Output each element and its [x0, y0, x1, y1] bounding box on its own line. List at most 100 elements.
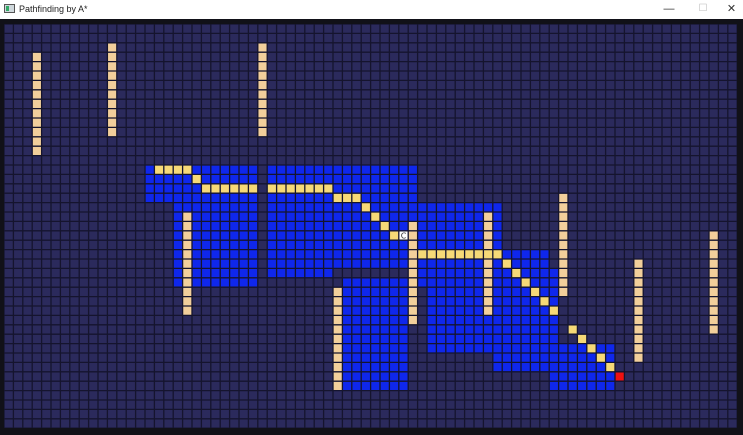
explored-cell: [192, 212, 202, 222]
explored-cell: [408, 174, 418, 184]
explored-cell: [445, 296, 456, 306]
explored-cell: [389, 287, 399, 297]
explored-cell: [173, 174, 183, 184]
explored-cell: [389, 165, 399, 175]
explored-cell: [577, 362, 587, 372]
explored-cell: [361, 277, 371, 288]
explored-cell: [304, 221, 315, 231]
explored-cell: [314, 221, 324, 231]
path-cell: [267, 183, 277, 194]
explored-cell: [229, 230, 239, 241]
path-cell: [323, 183, 333, 194]
explored-cell: [314, 230, 324, 241]
pathfinding-grid[interactable]: C: [4, 24, 738, 429]
explored-cell: [474, 306, 484, 316]
path-cell: [549, 306, 559, 316]
explored-cell: [361, 193, 371, 203]
path-cell: [530, 287, 540, 297]
explored-cell: [530, 306, 540, 316]
wall-cell: [633, 268, 644, 278]
explored-cell: [380, 249, 390, 259]
explored-cell: [549, 353, 559, 363]
wall-cell: [709, 259, 719, 269]
explored-cell: [323, 202, 333, 212]
explored-cell: [201, 268, 211, 278]
explored-cell: [351, 259, 362, 269]
close-button[interactable]: ✕: [720, 0, 743, 19]
wall-cell: [182, 230, 192, 241]
wall-cell: [483, 230, 493, 241]
explored-cell: [323, 174, 333, 184]
explored-cell: [436, 315, 446, 325]
explored-cell: [455, 296, 465, 306]
explored-cell: [351, 183, 362, 194]
explored-cell: [549, 362, 559, 372]
explored-cell: [398, 334, 409, 344]
explored-cell: [314, 212, 324, 222]
explored-cell: [464, 240, 474, 250]
explored-cell: [398, 259, 409, 269]
path-cell: [286, 183, 296, 194]
minimize-button[interactable]: —: [652, 0, 686, 19]
explored-cell: [239, 165, 249, 175]
explored-cell: [539, 259, 550, 269]
explored-cell: [361, 249, 371, 259]
explored-cell: [511, 343, 521, 353]
explored-cell: [220, 174, 230, 184]
explored-cell: [398, 249, 409, 259]
path-cell: [220, 183, 230, 194]
explored-cell: [342, 362, 352, 372]
explored-cell: [539, 353, 550, 363]
wall-cell: [107, 89, 117, 100]
explored-cell: [436, 287, 446, 297]
explored-cell: [342, 249, 352, 259]
explored-cell: [370, 277, 380, 288]
explored-cell: [521, 268, 531, 278]
wall-cell: [182, 221, 192, 231]
explored-cell: [323, 249, 333, 259]
explored-cell: [436, 202, 446, 212]
explored-cell: [502, 334, 512, 344]
path-cell: [380, 221, 390, 231]
maximize-button[interactable]: ☐: [686, 0, 720, 19]
explored-cell: [511, 259, 521, 269]
explored-cell: [163, 174, 174, 184]
path-cell: [154, 165, 164, 175]
explored-cell: [286, 193, 296, 203]
explored-cell: [304, 268, 315, 278]
explored-cell: [229, 174, 239, 184]
wall-cell: [182, 287, 192, 297]
explored-cell: [361, 165, 371, 175]
explored-cell: [568, 371, 578, 382]
explored-cell: [549, 343, 559, 353]
explored-cell: [464, 306, 474, 316]
explored-cell: [361, 362, 371, 372]
explored-cell: [342, 353, 352, 363]
explored-cell: [577, 343, 587, 353]
explored-cell: [276, 259, 286, 269]
explored-cell: [398, 371, 409, 382]
explored-cell: [511, 249, 521, 259]
explored-cell: [333, 240, 343, 250]
explored-cell: [342, 212, 352, 222]
explored-cell: [492, 343, 503, 353]
explored-cell: [539, 315, 550, 325]
explored-cell: [539, 343, 550, 353]
wall-cell: [483, 240, 493, 250]
explored-cell: [361, 343, 371, 353]
path-cell: [173, 165, 183, 175]
explored-cell: [361, 287, 371, 297]
explored-cell: [445, 221, 456, 231]
explored-cell: [370, 334, 380, 344]
explored-cell: [483, 334, 493, 344]
wall-cell: [558, 249, 568, 259]
explored-cell: [436, 240, 446, 250]
wall-cell: [483, 306, 493, 316]
wall-cell: [182, 240, 192, 250]
explored-cell: [398, 193, 409, 203]
explored-cell: [398, 183, 409, 194]
explored-cell: [333, 212, 343, 222]
explored-cell: [229, 221, 239, 231]
explored-cell: [492, 334, 503, 344]
explored-cell: [239, 277, 249, 288]
